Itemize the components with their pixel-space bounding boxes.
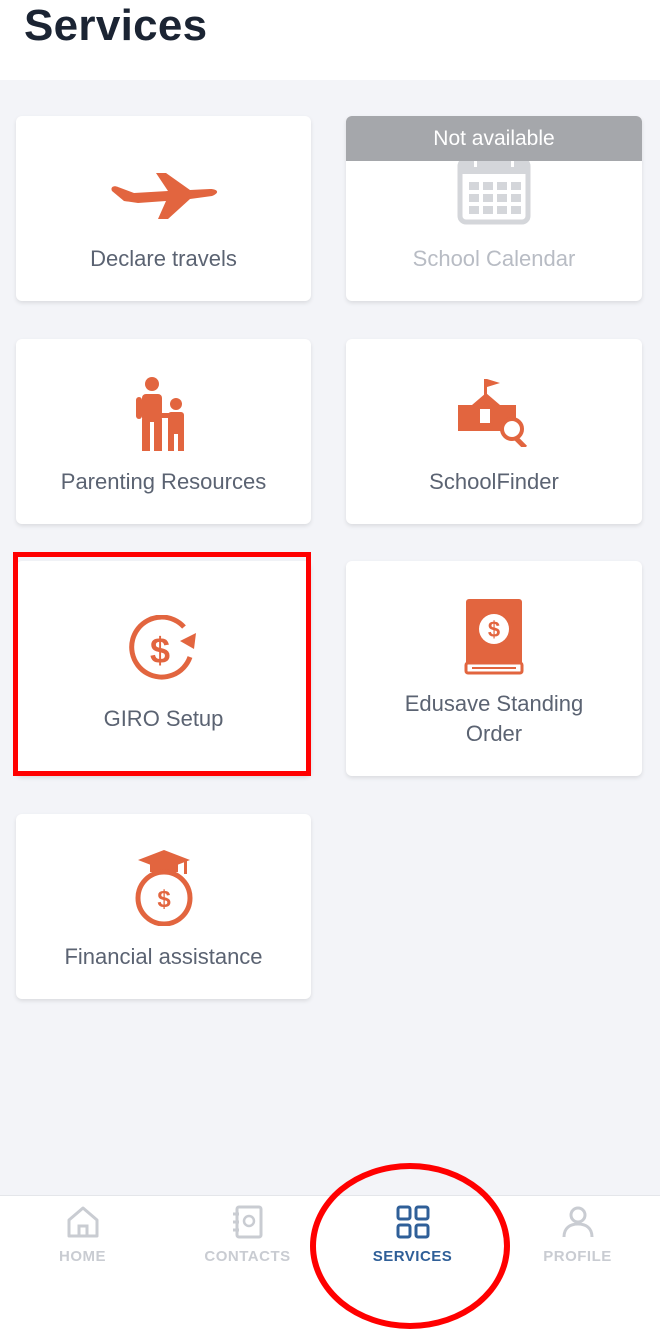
- parenting-resources-card[interactable]: Parenting Resources: [16, 339, 311, 524]
- highlight-annotation-rectangle: [13, 552, 311, 776]
- home-icon: [67, 1206, 98, 1238]
- card-label: School Calendar: [412, 246, 576, 271]
- person-icon: [562, 1206, 593, 1238]
- card-label: Parenting Resources: [60, 469, 267, 494]
- parent-child-icon: [135, 377, 184, 451]
- header: Services: [0, 0, 660, 80]
- svg-text:$: $: [488, 617, 500, 642]
- school-calendar-card: Not available School Calendar: [346, 116, 642, 301]
- card-label-line-1: Edusave Standing: [404, 691, 584, 716]
- card-label: SchoolFinder: [429, 469, 559, 494]
- calendar-icon: [457, 156, 531, 225]
- card-label-line-2: Order: [465, 721, 523, 746]
- declare-travels-card[interactable]: Declare travels: [16, 116, 311, 301]
- contacts-book-icon: [232, 1205, 262, 1239]
- financial-assistance-card[interactable]: $ Financial assistance: [16, 814, 311, 999]
- card-label: Financial assistance: [64, 944, 263, 969]
- dollar-book-icon: $: [464, 599, 524, 675]
- tab-home[interactable]: HOME: [0, 1196, 165, 1296]
- school-search-icon: [458, 379, 528, 447]
- edusave-standing-order-card[interactable]: $ Edusave Standing Order: [346, 561, 642, 776]
- tab-label: PROFILE: [543, 1248, 612, 1265]
- tab-label: HOME: [59, 1248, 106, 1265]
- graduation-money-bag-icon: $: [135, 850, 192, 926]
- tab-profile[interactable]: PROFILE: [495, 1196, 660, 1296]
- airplane-icon: [110, 173, 217, 219]
- svg-text:$: $: [157, 886, 171, 913]
- highlight-annotation-circle: [310, 1163, 510, 1329]
- tab-label: CONTACTS: [204, 1248, 291, 1265]
- school-finder-card[interactable]: SchoolFinder: [346, 339, 642, 524]
- tab-contacts[interactable]: CONTACTS: [165, 1196, 330, 1296]
- not-available-banner: Not available: [346, 116, 642, 161]
- page-title: Services: [24, 1, 208, 50]
- card-label: Declare travels: [90, 246, 237, 271]
